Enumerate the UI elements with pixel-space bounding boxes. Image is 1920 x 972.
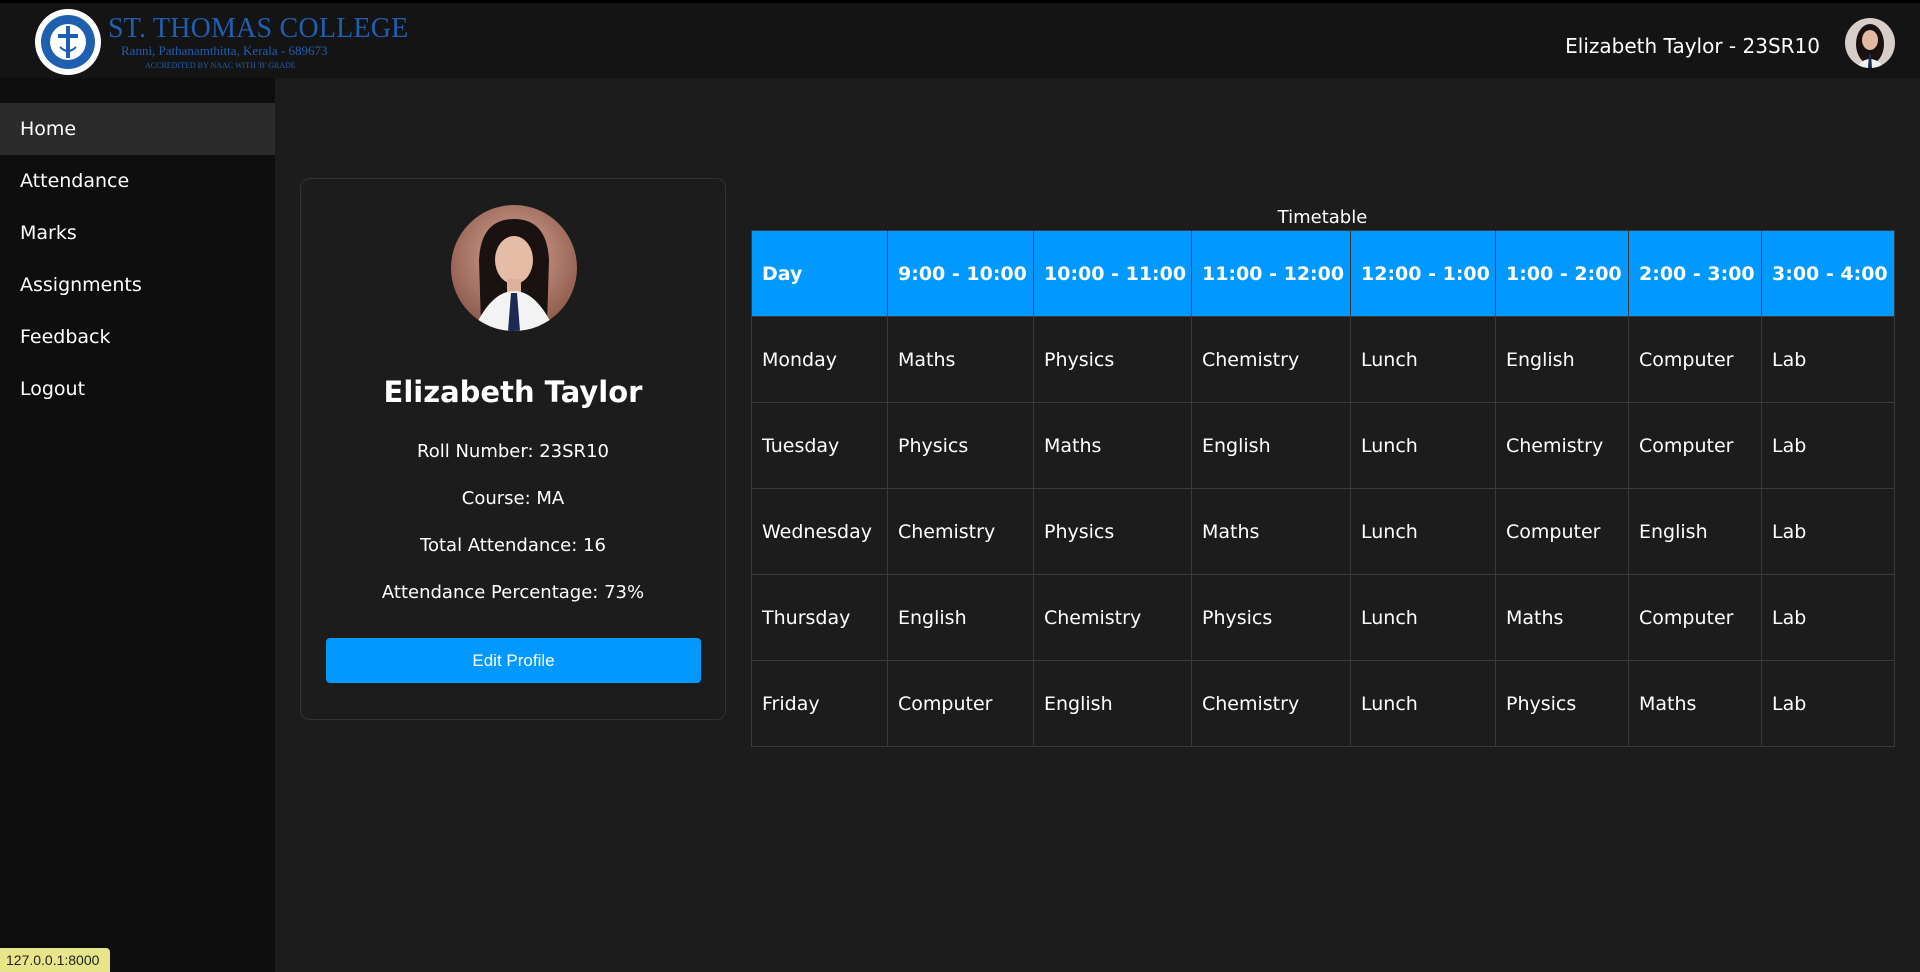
table-cell: Lunch (1350, 316, 1496, 403)
college-logo-icon[interactable] (33, 7, 103, 77)
table-cell: Physics (1033, 488, 1192, 575)
table-cell: Lunch (1350, 488, 1496, 575)
table-row: Wednesday Chemistry Physics Maths Lunch … (751, 488, 1895, 575)
table-cell: Chemistry (1495, 402, 1629, 489)
table-cell: Lab (1761, 574, 1895, 661)
table-cell: Computer (1628, 316, 1762, 403)
status-bar-url: 127.0.0.1:8000 (0, 948, 110, 972)
profile-total-attendance: Total Attendance: 16 (420, 535, 606, 556)
table-cell: Lunch (1350, 402, 1496, 489)
table-cell: Lab (1761, 402, 1895, 489)
edit-profile-button[interactable]: Edit Profile (326, 638, 701, 683)
timetable-header-row: Day 9:00 - 10:00 10:00 - 11:00 11:00 - 1… (751, 230, 1895, 317)
table-cell: Tuesday (751, 402, 888, 489)
table-cell: Maths (1191, 488, 1351, 575)
table-cell: Physics (887, 402, 1034, 489)
header-slot: 10:00 - 11:00 (1033, 230, 1192, 317)
header-day: Day (751, 230, 888, 317)
table-cell: Physics (1191, 574, 1351, 661)
college-accreditation: ACCREDITED BY NAAC WITH 'B' GRADE (145, 61, 296, 70)
table-cell: Lunch (1350, 660, 1496, 747)
sidebar-item-logout[interactable]: Logout (0, 363, 275, 415)
table-cell: Lab (1761, 488, 1895, 575)
table-cell: Lab (1761, 316, 1895, 403)
header-slot: 1:00 - 2:00 (1495, 230, 1629, 317)
sidebar-item-feedback[interactable]: Feedback (0, 311, 275, 363)
header-slot: 9:00 - 10:00 (887, 230, 1034, 317)
table-cell: Computer (887, 660, 1034, 747)
table-row: Thursday English Chemistry Physics Lunch… (751, 574, 1895, 661)
table-cell: English (1191, 402, 1351, 489)
college-name: ST. THOMAS COLLEGE (108, 13, 409, 44)
header-slot: 3:00 - 4:00 (1761, 230, 1895, 317)
header-avatar[interactable] (1845, 18, 1895, 68)
table-cell: Computer (1495, 488, 1629, 575)
sidebar-item-attendance[interactable]: Attendance (0, 155, 275, 207)
table-cell: Maths (887, 316, 1034, 403)
college-address: Ranni, Pathanamthitta, Kerala - 689673 (121, 43, 328, 58)
table-cell: English (1495, 316, 1629, 403)
table-cell: Computer (1628, 402, 1762, 489)
table-row: Monday Maths Physics Chemistry Lunch Eng… (751, 316, 1895, 403)
table-row: Friday Computer English Chemistry Lunch … (751, 660, 1895, 747)
profile-course: Course: MA (461, 488, 565, 509)
table-cell: English (887, 574, 1034, 661)
header-slot: 2:00 - 3:00 (1628, 230, 1762, 317)
profile-avatar (451, 205, 577, 331)
table-cell: Chemistry (1191, 316, 1351, 403)
profile-name: Elizabeth Taylor (383, 375, 643, 409)
table-cell: Maths (1033, 402, 1192, 489)
table-cell: Friday (751, 660, 888, 747)
table-cell: Chemistry (1033, 574, 1192, 661)
table-cell: Chemistry (887, 488, 1034, 575)
table-cell: Lunch (1350, 574, 1496, 661)
header-slot: 12:00 - 1:00 (1350, 230, 1496, 317)
profile-roll-number: Roll Number: 23SR10 (417, 441, 609, 462)
table-cell: Computer (1628, 574, 1762, 661)
timetable: Day 9:00 - 10:00 10:00 - 11:00 11:00 - 1… (751, 230, 1895, 747)
table-cell: English (1033, 660, 1192, 747)
table-cell: Monday (751, 316, 888, 403)
table-cell: Chemistry (1191, 660, 1351, 747)
profile-card: Elizabeth Taylor Roll Number: 23SR10 Cou… (300, 178, 726, 720)
timetable-caption: Timetable (1277, 207, 1368, 228)
table-cell: Thursday (751, 574, 888, 661)
sidebar-nav: Home Attendance Marks Assignments Feedba… (0, 78, 275, 972)
table-cell: Wednesday (751, 488, 888, 575)
sidebar-item-marks[interactable]: Marks (0, 207, 275, 259)
table-cell: Maths (1495, 574, 1629, 661)
table-cell: Physics (1033, 316, 1192, 403)
user-name-label: Elizabeth Taylor - 23SR10 (1565, 34, 1820, 58)
table-row: Tuesday Physics Maths English Lunch Chem… (751, 402, 1895, 489)
table-cell: Physics (1495, 660, 1629, 747)
sidebar-item-home[interactable]: Home (0, 103, 275, 155)
top-header: ST. THOMAS COLLEGE Ranni, Pathanamthitta… (0, 0, 1920, 78)
table-cell: English (1628, 488, 1762, 575)
table-cell: Maths (1628, 660, 1762, 747)
profile-attendance-percentage: Attendance Percentage: 73% (381, 582, 645, 603)
table-cell: Lab (1761, 660, 1895, 747)
header-slot: 11:00 - 12:00 (1191, 230, 1351, 317)
sidebar-item-assignments[interactable]: Assignments (0, 259, 275, 311)
